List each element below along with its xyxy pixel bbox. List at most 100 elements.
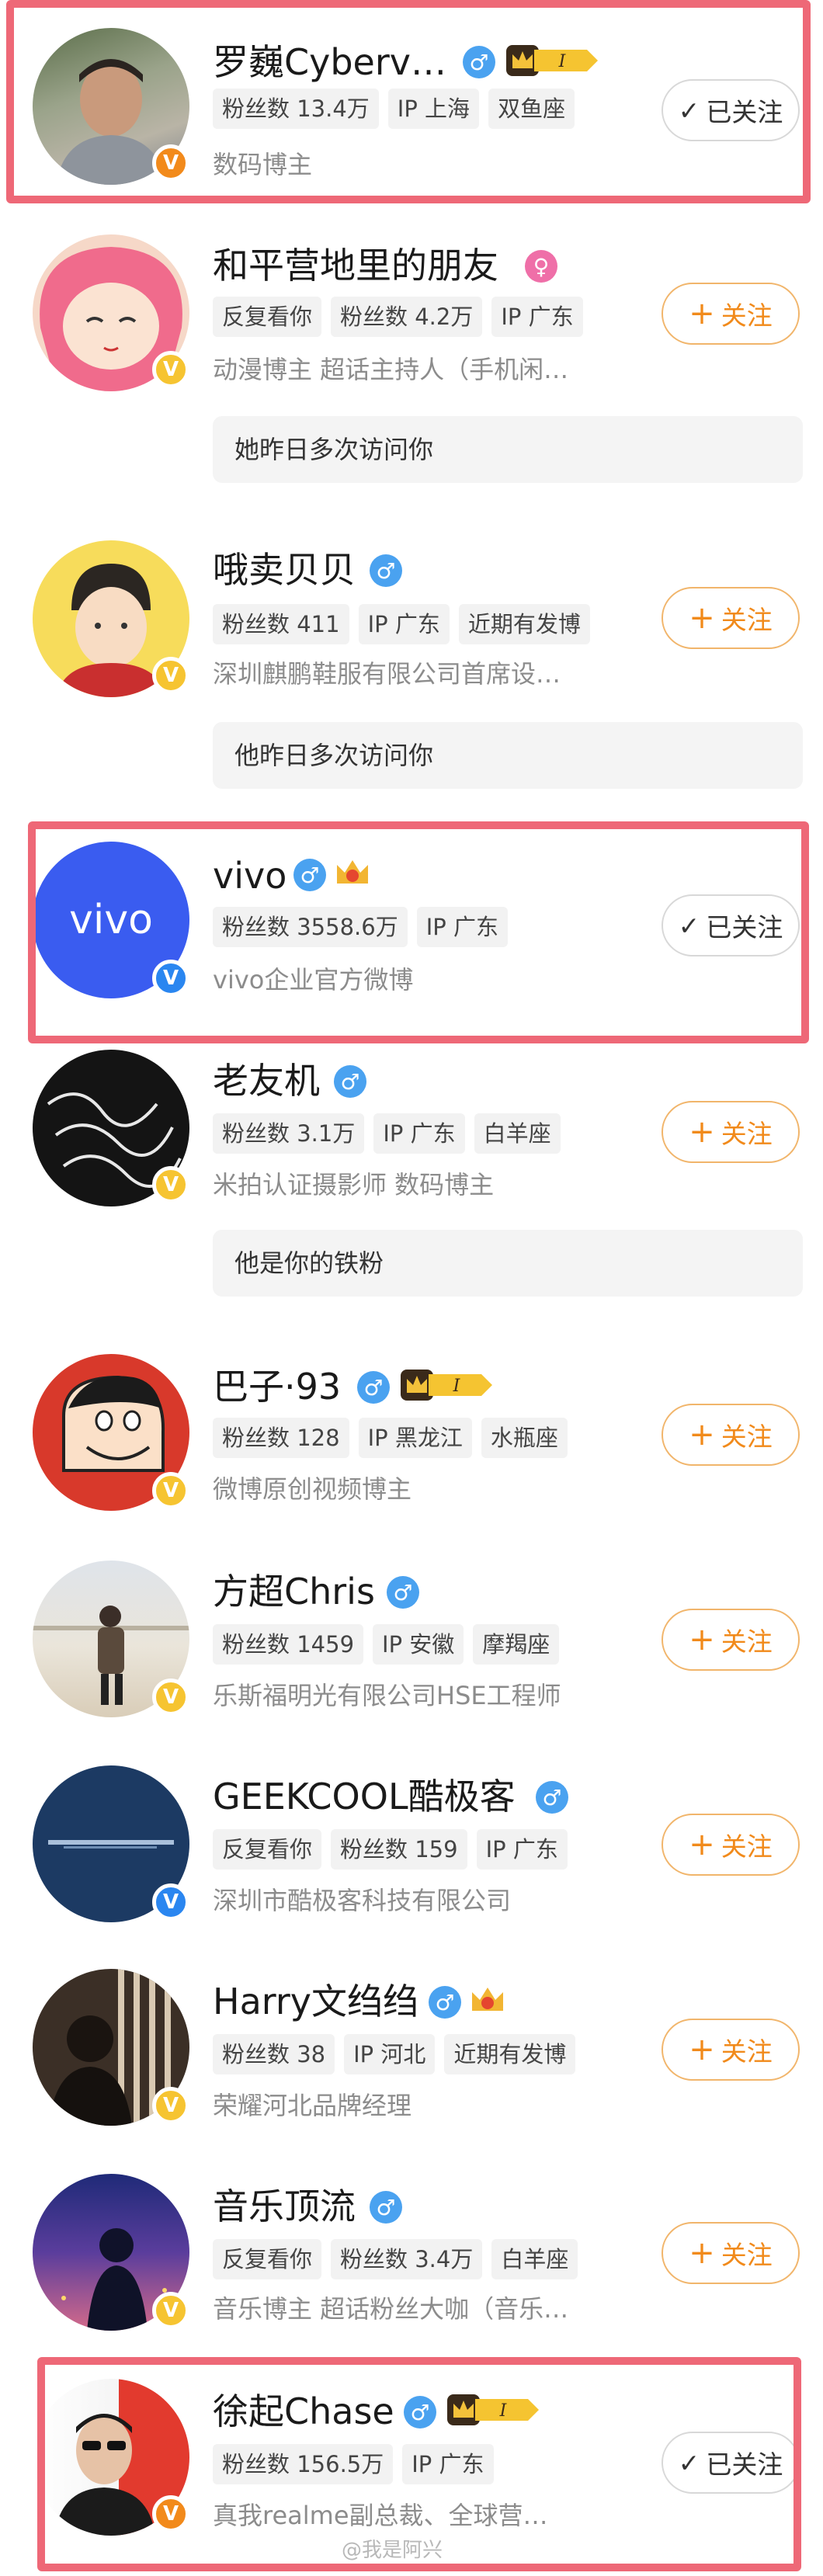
user-name: 徐起Chase xyxy=(213,2390,394,2432)
tag: 白羊座 xyxy=(474,1113,561,1154)
tag: 白羊座 xyxy=(491,2239,578,2279)
user-description: 深圳市酷极客科技有限公司 xyxy=(213,1886,512,1915)
tag: 双鱼座 xyxy=(488,89,575,129)
follow-button[interactable]: + 关注 xyxy=(662,2222,800,2284)
male-icon: ♂ xyxy=(387,1576,419,1609)
svg-text:I: I xyxy=(453,1377,461,1396)
user-tags: 粉丝数 411 IP 广东 近期有发博 xyxy=(213,604,590,644)
user-description: 米拍认证摄影师 数码博主 xyxy=(213,1170,495,1199)
user-description: 乐斯福明光有限公司HSE工程师 xyxy=(213,1681,561,1710)
verified-badge-icon: V xyxy=(152,1472,189,1509)
male-icon: ♂ xyxy=(357,1371,390,1404)
user-name: vivo xyxy=(213,855,287,897)
following-button[interactable]: ✓ 已关注 xyxy=(662,79,800,141)
tag: 近期有发博 xyxy=(444,2034,576,2074)
plus-icon: + xyxy=(689,1417,715,1453)
plus-icon: + xyxy=(689,2032,715,2067)
tag: 粉丝数 1459 xyxy=(213,1624,364,1665)
tag: 粉丝数 128 xyxy=(213,1418,349,1458)
following-button[interactable]: ✓ 已关注 xyxy=(662,2432,800,2494)
plus-icon: + xyxy=(689,2235,715,2271)
verified-badge-icon: V xyxy=(152,960,189,997)
user-name: 音乐顶流 xyxy=(213,2185,356,2227)
check-icon: ✓ xyxy=(678,95,700,126)
user-tags: 粉丝数 1459 IP 安徽 摩羯座 xyxy=(213,1624,560,1665)
male-icon: ♂ xyxy=(463,46,495,78)
tag: IP 河北 xyxy=(344,2034,436,2074)
verified-badge-icon: V xyxy=(152,144,189,182)
user-name: 巴子·93 xyxy=(213,1366,342,1408)
user-name: 罗巍Cyberv… xyxy=(213,41,446,83)
male-icon: ♂ xyxy=(429,1986,461,2019)
follow-button[interactable]: + 关注 xyxy=(662,2019,800,2081)
user-tags: 粉丝数 13.4万 IP 上海 双鱼座 xyxy=(213,89,575,129)
follow-button[interactable]: + 关注 xyxy=(662,1404,800,1466)
male-icon: ♂ xyxy=(293,859,326,891)
member-crown-icon: I xyxy=(506,45,599,76)
vip-crown-icon xyxy=(469,1984,506,2015)
tag: IP 广东 xyxy=(402,2444,494,2484)
verified-badge-icon: V xyxy=(152,1679,189,1716)
tag: 粉丝数 13.4万 xyxy=(213,89,379,129)
male-icon: ♂ xyxy=(370,554,402,587)
user-tags: 粉丝数 128 IP 黑龙江 水瓶座 xyxy=(213,1418,568,1458)
tag: IP 安徽 xyxy=(373,1624,464,1665)
member-crown-icon: I xyxy=(401,1370,494,1401)
check-icon: ✓ xyxy=(678,2447,700,2478)
female-icon: ♀ xyxy=(525,250,557,283)
user-name: Harry文绉绉 xyxy=(213,1981,419,2022)
male-icon: ♂ xyxy=(536,1781,568,1814)
following-list: V 罗巍Cyberv… ♂ I 粉丝数 13.4万 IP 上海 双鱼座 数码博主… xyxy=(0,0,823,2576)
plus-icon: + xyxy=(689,1827,715,1863)
tag: IP 广东 xyxy=(358,604,450,644)
svg-text:I: I xyxy=(499,2401,508,2421)
plus-icon: + xyxy=(689,600,715,636)
male-icon: ♂ xyxy=(334,1065,366,1098)
male-icon: ♂ xyxy=(370,2191,402,2224)
check-icon: ✓ xyxy=(678,910,700,941)
verified-badge-icon: V xyxy=(152,351,189,388)
tag: IP 广东 xyxy=(476,1829,568,1870)
follow-button[interactable]: + 关注 xyxy=(662,1101,800,1163)
user-name: GEEKCOOL酷极客 xyxy=(213,1776,516,1817)
user-description: 深圳麒鹏鞋服有限公司首席设… xyxy=(213,659,561,689)
user-description: vivo企业官方微博 xyxy=(213,965,414,995)
tag: IP 广东 xyxy=(373,1113,465,1154)
tag: IP 广东 xyxy=(416,907,508,947)
svg-text:vivo: vivo xyxy=(69,897,153,943)
follow-button[interactable]: + 关注 xyxy=(662,283,800,345)
tag: IP 广东 xyxy=(491,297,583,337)
plus-icon: + xyxy=(689,1622,715,1658)
following-button[interactable]: ✓ 已关注 xyxy=(662,894,800,956)
tag: 粉丝数 156.5万 xyxy=(213,2444,394,2484)
tag: IP 黑龙江 xyxy=(358,1418,472,1458)
watermark: @我是阿兴 xyxy=(342,2539,443,2562)
follow-button[interactable]: + 关注 xyxy=(662,1814,800,1876)
visit-note: 他昨日多次访问你 xyxy=(213,722,803,789)
tag: 反复看你 xyxy=(213,2239,322,2279)
tag: 粉丝数 3558.6万 xyxy=(213,907,408,947)
visit-note: 他是你的铁粉 xyxy=(213,1230,803,1297)
tag: 摩羯座 xyxy=(473,1624,560,1665)
user-name: 老友机 xyxy=(213,1060,320,1102)
plus-icon: + xyxy=(689,1114,715,1150)
verified-badge-icon: V xyxy=(152,2292,189,2329)
tag: 粉丝数 38 xyxy=(213,2034,335,2074)
tag: 水瓶座 xyxy=(481,1418,568,1458)
user-tags: 反复看你 粉丝数 4.2万 IP 广东 xyxy=(213,297,583,337)
verified-badge-icon: V xyxy=(152,1883,189,1921)
vip-crown-icon xyxy=(334,857,371,888)
user-description: 动漫博主 超话主持人（手机闲… xyxy=(213,355,569,384)
tag: 粉丝数 159 xyxy=(331,1829,467,1870)
user-description: 音乐博主 超话粉丝大咖（音乐… xyxy=(213,2294,569,2324)
user-tags: 粉丝数 3558.6万 IP 广东 xyxy=(213,907,508,947)
follow-button[interactable]: + 关注 xyxy=(662,587,800,649)
follow-button[interactable]: + 关注 xyxy=(662,1609,800,1671)
tag: 反复看你 xyxy=(213,297,322,337)
user-description: 数码博主 xyxy=(213,150,313,179)
tag: 粉丝数 3.1万 xyxy=(213,1113,365,1154)
user-description: 荣耀河北品牌经理 xyxy=(213,2091,412,2120)
plus-icon: + xyxy=(689,296,715,332)
member-crown-icon: I xyxy=(447,2394,540,2425)
user-tags: 粉丝数 38 IP 河北 近期有发博 xyxy=(213,2034,576,2074)
